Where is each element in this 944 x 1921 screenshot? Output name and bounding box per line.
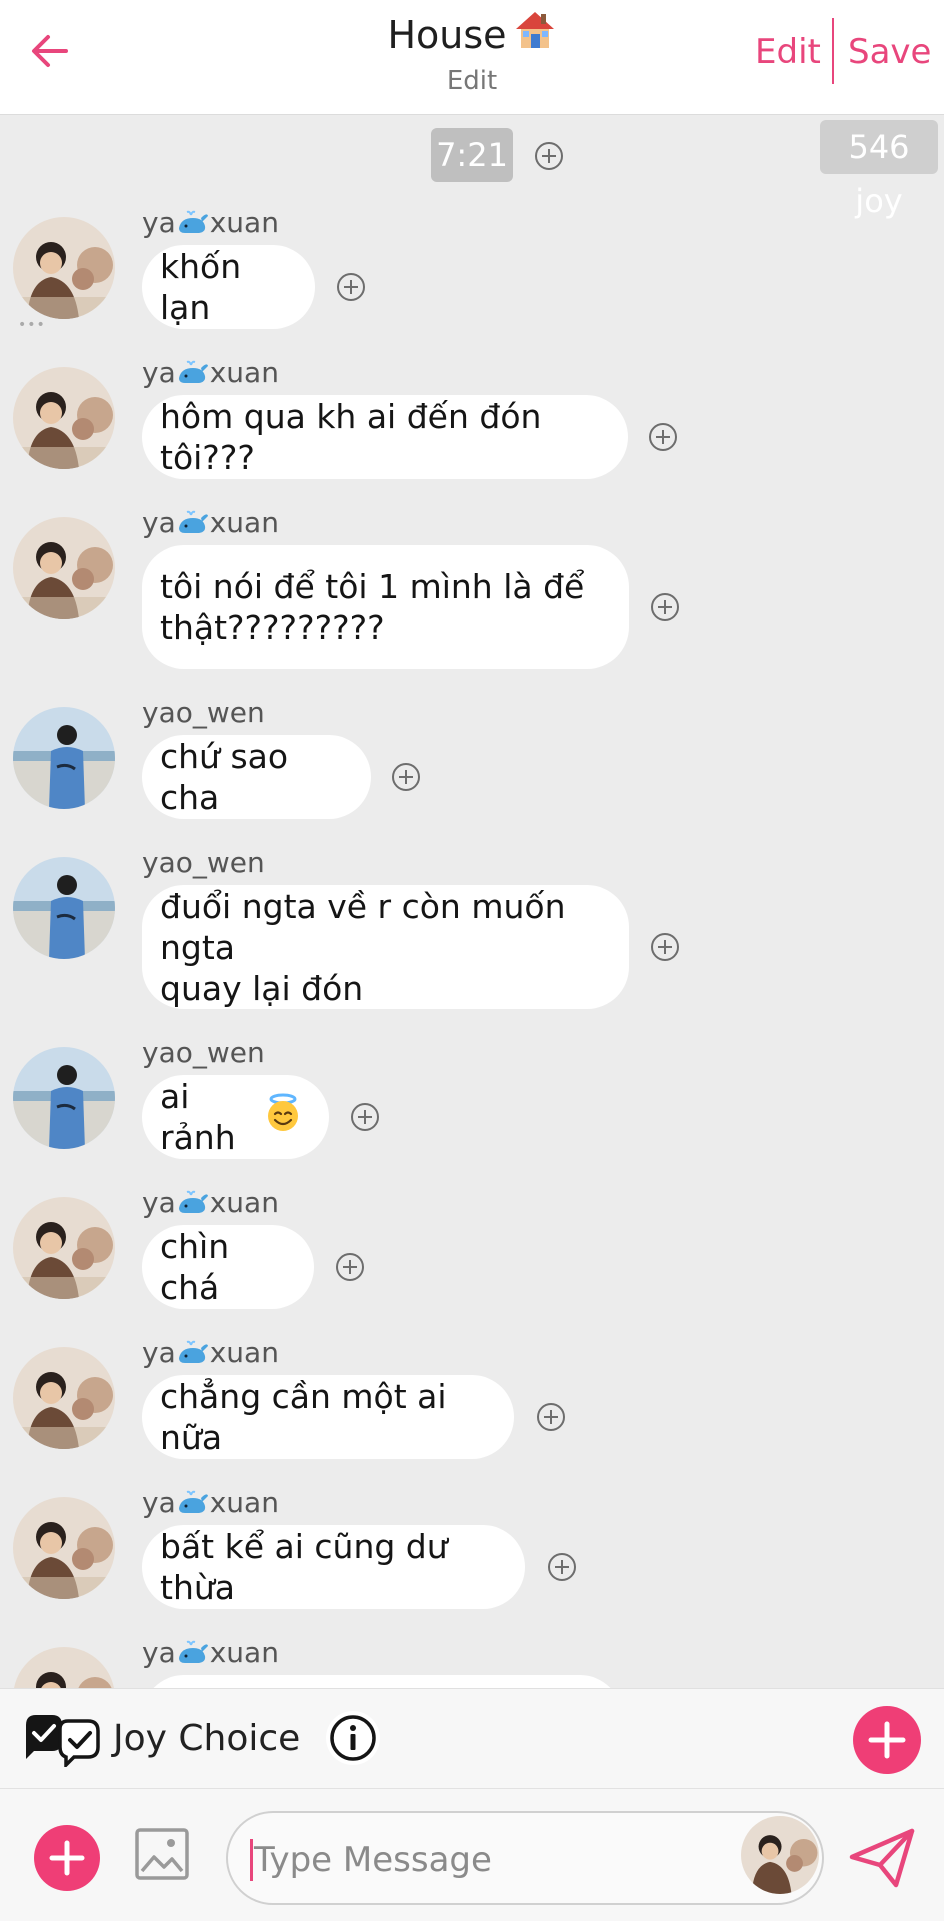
info-icon[interactable]: [324, 1709, 382, 1771]
message-bubble[interactable]: chìn chá: [142, 1225, 314, 1309]
message-row: yao_wen chứ sao cha: [0, 695, 944, 835]
message-bubble[interactable]: đuổi ngta về r còn muốn ngta quay lại đó…: [142, 885, 629, 1009]
more-dots: •••: [18, 317, 46, 333]
message-row: ya xuan: [0, 1635, 944, 1688]
text-cursor: [250, 1839, 253, 1881]
avatar-yaowen[interactable]: [13, 707, 115, 809]
message-bubble[interactable]: chứ sao cha: [142, 735, 371, 819]
message-bubble[interactable]: chẳng cần một ai nữa: [142, 1375, 514, 1459]
avatar-yaoxuan[interactable]: [13, 1197, 115, 1299]
add-reaction-icon[interactable]: [351, 1103, 379, 1131]
time-label: 7:21: [431, 128, 513, 182]
username[interactable]: yao_wen: [142, 695, 265, 731]
message-bubble[interactable]: [142, 1675, 622, 1688]
whale-icon: [177, 209, 209, 245]
smiling-face-with-halo-icon: [263, 1093, 303, 1142]
save-button[interactable]: Save: [848, 30, 931, 74]
username[interactable]: yao_wen: [142, 845, 265, 881]
add-time-icon[interactable]: [535, 142, 563, 170]
plus-icon: [49, 1840, 85, 1876]
avatar-yaoxuan[interactable]: [13, 517, 115, 619]
message-composer: Type Message: [0, 1788, 944, 1921]
message-row: ya xuan bất kể ai cũng dư thừa: [0, 1485, 944, 1625]
plus-icon: [868, 1721, 906, 1759]
username[interactable]: ya xuan: [142, 505, 279, 545]
message-bubble[interactable]: ai rảnh: [142, 1075, 329, 1159]
whale-icon: [177, 1639, 209, 1675]
edit-button[interactable]: Edit: [755, 30, 821, 74]
whale-icon: [177, 1339, 209, 1375]
joy-add-button[interactable]: [853, 1706, 921, 1774]
avatar-yaoxuan[interactable]: [13, 367, 115, 469]
double-check-icon: [22, 1711, 104, 1771]
whale-icon: [177, 1189, 209, 1225]
add-reaction-icon[interactable]: [651, 593, 679, 621]
message-row: ya xuan chìn chá: [0, 1185, 944, 1325]
message-row: ya xuan hôm qua kh ai đến đón tôi???: [0, 355, 944, 495]
username[interactable]: ya xuan: [142, 1485, 279, 1525]
avatar-yaoxuan[interactable]: [13, 1497, 115, 1599]
avatar-yaowen[interactable]: [13, 1047, 115, 1149]
add-reaction-icon[interactable]: [337, 273, 365, 301]
attach-plus-button[interactable]: [34, 1825, 100, 1891]
avatar-yaoxuan[interactable]: [13, 1647, 115, 1688]
send-icon[interactable]: [846, 1825, 918, 1895]
add-reaction-icon[interactable]: [537, 1403, 565, 1431]
header-divider: [832, 18, 834, 84]
username[interactable]: ya xuan: [142, 205, 279, 245]
whale-icon: [177, 359, 209, 395]
message-row: ••• ya xuan khốn lạn: [0, 205, 944, 345]
image-icon[interactable]: [134, 1827, 190, 1885]
add-reaction-icon[interactable]: [651, 933, 679, 961]
username[interactable]: yao_wen: [142, 1035, 265, 1071]
joy-choice-bar: Joy Choice: [0, 1688, 944, 1789]
add-reaction-icon[interactable]: [336, 1253, 364, 1281]
message-row: ya xuan tôi nói để tôi 1 mình là để thật?…: [0, 505, 944, 685]
joy-choice-label: Joy Choice: [113, 1718, 301, 1759]
message-row: yao_wen ai rảnh: [0, 1035, 944, 1175]
add-reaction-icon[interactable]: [649, 423, 677, 451]
username[interactable]: ya xuan: [142, 1335, 279, 1375]
add-reaction-icon[interactable]: [392, 763, 420, 791]
message-bubble[interactable]: khốn lạn: [142, 245, 315, 329]
message-bubble[interactable]: hôm qua kh ai đến đón tôi???: [142, 395, 628, 479]
house-icon: [513, 8, 557, 64]
sender-avatar[interactable]: [741, 1816, 819, 1894]
chat-area[interactable]: 7:21 546 joy ••• ya xuan khốn lạn ya xua…: [0, 115, 944, 1688]
message-row: ya xuan chẳng cần một ai nữa: [0, 1335, 944, 1475]
joy-count-badge: 546 joy: [820, 120, 938, 220]
username[interactable]: ya xuan: [142, 1185, 279, 1225]
whale-icon: [177, 1489, 209, 1525]
username[interactable]: ya xuan: [142, 355, 279, 395]
message-bubble[interactable]: bất kể ai cũng dư thừa: [142, 1525, 525, 1609]
message-bubble[interactable]: tôi nói để tôi 1 mình là để thật????????…: [142, 545, 629, 669]
avatar-yaoxuan[interactable]: [13, 1347, 115, 1449]
top-bar: House Edit Edit Save: [0, 0, 944, 115]
avatar-yaoxuan[interactable]: [13, 217, 115, 319]
whale-icon: [177, 509, 209, 545]
back-arrow-icon[interactable]: [26, 26, 76, 76]
username[interactable]: ya xuan: [142, 1635, 279, 1675]
add-reaction-icon[interactable]: [548, 1553, 576, 1581]
message-row: yao_wen đuổi ngta về r còn muốn ngta qua…: [0, 845, 944, 1025]
avatar-yaowen[interactable]: [13, 857, 115, 959]
message-placeholder: Type Message: [254, 1840, 492, 1880]
